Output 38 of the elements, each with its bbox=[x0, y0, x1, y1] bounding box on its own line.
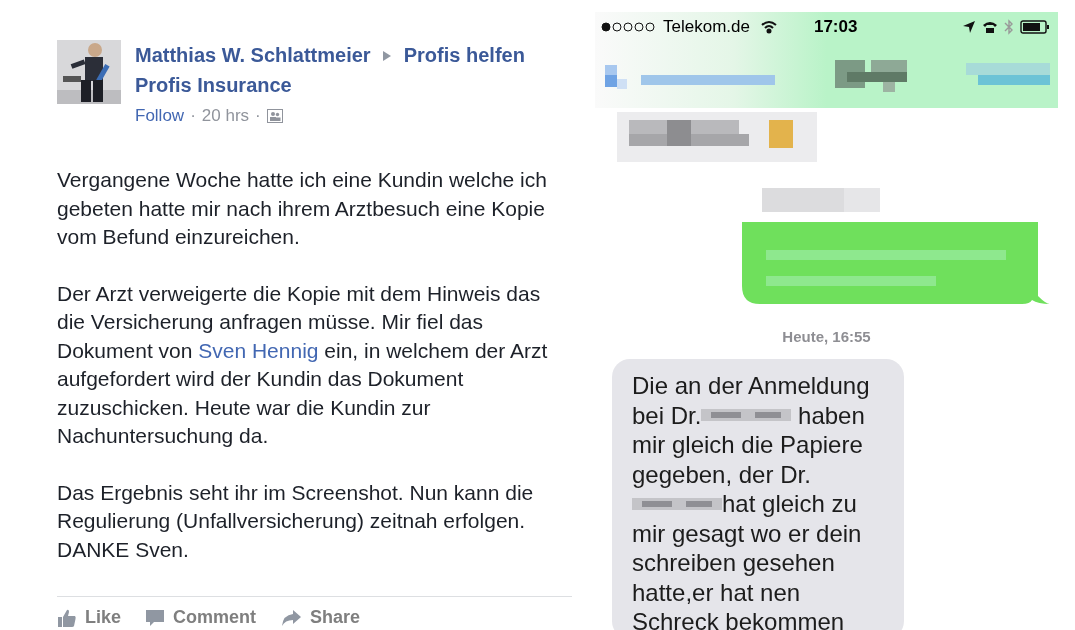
message-text: gegeben, der Dr. bbox=[632, 459, 811, 489]
triangle-icon bbox=[382, 50, 393, 62]
message-text: hatte,er hat nen bbox=[632, 577, 801, 607]
thumbs-up-icon bbox=[57, 607, 77, 628]
message-text: hat gleich zu bbox=[722, 489, 857, 519]
dot-separator: · bbox=[255, 106, 261, 126]
signal-icon bbox=[601, 22, 657, 32]
message-text: Die an der Anmeldung bbox=[632, 371, 870, 401]
carrier-name: Telekom.de bbox=[663, 17, 750, 37]
post-paragraph: Vergangene Woche hatte ich eine Kundin welche ich gebeten hatte mir nach ihrem Arztbesuch eine Kopie vom Befund einzureichen. bbox=[57, 167, 548, 250]
like-button[interactable]: Like bbox=[57, 607, 126, 628]
message-text: bei Dr. bbox=[632, 400, 702, 430]
dot-separator: · bbox=[190, 106, 196, 126]
bluetooth-icon bbox=[1004, 19, 1014, 35]
friends-icon bbox=[266, 109, 283, 123]
phone-icon bbox=[982, 20, 998, 34]
message-text: schreiben gesehen bbox=[632, 548, 835, 578]
comment-button[interactable]: Comment bbox=[145, 607, 261, 628]
author-link[interactable]: Matthias W. Schlattmeier bbox=[135, 44, 371, 66]
message-text: Schreck bekommen bbox=[632, 607, 845, 630]
post-paragraph: Das Ergebnis seht ihr im Screenshot. Nun kann die Regulierung (Unfallversicherung) zeitnah erfolgen. DANKE Sven. bbox=[57, 479, 535, 563]
speech-bubble-icon bbox=[145, 607, 166, 628]
share-arrow-icon bbox=[280, 607, 303, 628]
post-paragraph: Der Arzt verweigerte die Kopie mit dem Hinweis das die Versicherung anfragen müsse. Mir fiel das Dokument von Sven Hennig ein, in welchem der Arzt aufgefordert wird der Kundin das Dokument zuzuschicken. Heute war die Kundin zur Nachuntersuchung da. bbox=[57, 280, 549, 449]
location-arrow-icon bbox=[962, 20, 976, 34]
message-text: mir gleich die Papiere bbox=[632, 430, 863, 460]
post-time: 20 hrs bbox=[201, 106, 250, 126]
profile-link[interactable]: Sven Hennig bbox=[198, 338, 319, 362]
message-text: haben bbox=[797, 400, 865, 430]
message-timestamp: Heute, 16:55 bbox=[781, 328, 872, 345]
share-button[interactable]: Share bbox=[280, 607, 365, 628]
group-link[interactable]: Profis helfen bbox=[403, 44, 525, 66]
status-time: 17:03 bbox=[813, 17, 858, 37]
group-link[interactable]: Profis Insurance bbox=[135, 74, 292, 96]
wifi-icon bbox=[759, 20, 778, 34]
battery-icon bbox=[1020, 20, 1050, 34]
follow-link[interactable]: Follow bbox=[135, 106, 185, 126]
message-text: mir gesagt wo er dein bbox=[632, 518, 862, 548]
